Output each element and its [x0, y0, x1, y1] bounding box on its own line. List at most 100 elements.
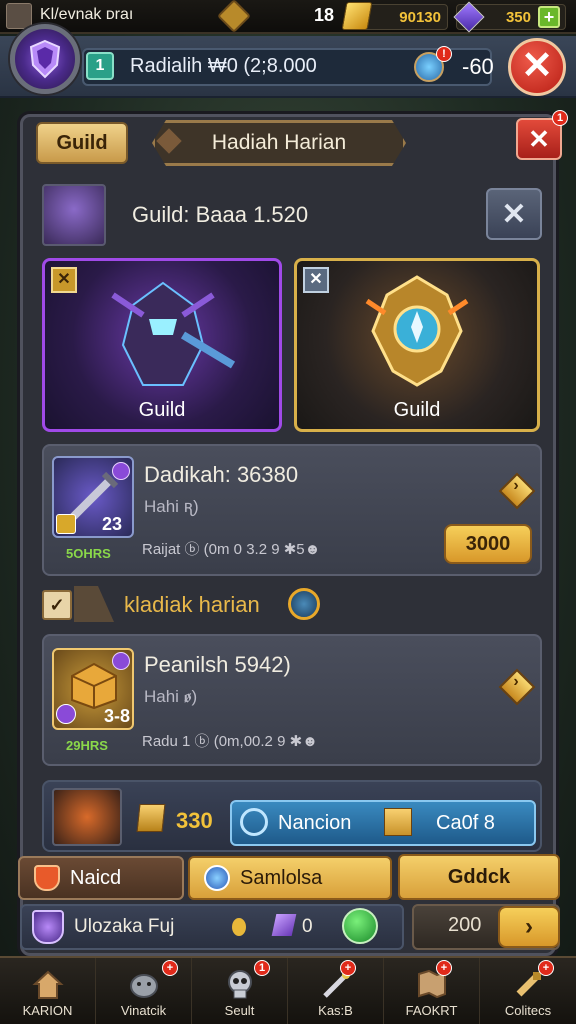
shield-icon: [29, 39, 61, 79]
close-icon: ✕: [501, 197, 527, 231]
tab-naicd-label: Naicd: [70, 866, 122, 889]
item-qty: 23: [102, 514, 123, 534]
nav-label: Colitecs: [504, 1003, 552, 1018]
gold-value: 90130: [399, 8, 441, 26]
tab-samlolsa-label: Samlolsa: [240, 866, 323, 889]
skull-icon: [221, 967, 259, 1001]
item-badge-icon: [56, 704, 76, 724]
section-label: kladiak harian: [124, 592, 260, 617]
chevron-right-icon: ›: [498, 472, 536, 510]
creature-icon: [125, 967, 163, 1001]
nav-notif-badge: +: [436, 960, 452, 976]
status-count: 0: [302, 916, 313, 937]
rarity-gem-icon: [112, 462, 130, 480]
reward1-detail: Raijat ⓑ (0m 0 3.2 9 ✱5☻: [142, 541, 321, 558]
chest-small-icon: [384, 808, 412, 836]
player-avatar-small[interactable]: [6, 3, 32, 29]
panel-notif-badge: 1: [552, 110, 568, 126]
green-orb-button[interactable]: [342, 908, 378, 944]
nav-label: Seult: [224, 1003, 255, 1018]
guild-boss-avatar: [42, 184, 106, 246]
close-button[interactable]: ✕: [508, 38, 566, 96]
expand-arrow[interactable]: ›: [498, 472, 536, 510]
next-button[interactable]: ›: [498, 906, 560, 948]
reward1-title: Dadikah: 36380: [144, 462, 299, 487]
card-corner-badge: ✕: [51, 267, 77, 293]
reward2-subtitle: Hahi ꬾ): [144, 687, 198, 706]
top-resource-bar: Kl/evnak ᴅraı 18 90130 350 +: [0, 0, 576, 34]
add-gems-button[interactable]: +: [538, 6, 560, 28]
level-badge: 1: [86, 52, 114, 80]
nav-item-karion[interactable]: KARION: [0, 958, 96, 1024]
chevron-right-icon: ›: [498, 668, 536, 706]
guild-card-label: Guild: [138, 399, 186, 421]
tab-gddck[interactable]: Gddck: [398, 854, 560, 900]
reward2-title: Peanilsh 5942): [144, 652, 291, 677]
gold-chest-icon: [136, 804, 166, 832]
nav-notif-badge: +: [162, 960, 178, 976]
status-value: 200: [448, 914, 482, 936]
nav-item-colitecs[interactable]: Colitecs: [480, 958, 576, 1024]
home-icon: [29, 967, 67, 1001]
wrench-icon: [240, 808, 268, 836]
status-name: Ulozaka Fuj: [74, 916, 175, 937]
tab-naicd[interactable]: Naicd: [18, 856, 184, 900]
guild-card-dark[interactable]: ✕ Guild: [42, 258, 282, 432]
card-corner-badge: ✕: [303, 267, 329, 293]
arrow-glyph: ›: [513, 672, 519, 690]
check-icon: ✓: [49, 595, 65, 615]
chest-icon: [71, 662, 117, 710]
nav-notif-badge: +: [538, 960, 554, 976]
arrow-right-icon: ›: [525, 913, 533, 940]
info-close-button[interactable]: ✕: [486, 188, 542, 240]
section-checkbox[interactable]: ✓: [42, 590, 72, 620]
coin-icon: [232, 918, 246, 936]
warrior-portrait[interactable]: [52, 788, 122, 846]
arrow-glyph: ›: [513, 476, 519, 494]
nav-item-kasb[interactable]: Kas:B: [288, 958, 384, 1024]
reward1-days: 5OHRS: [66, 546, 111, 561]
expand-arrow[interactable]: ›: [498, 668, 536, 706]
nav-label: Kas:B: [318, 1003, 353, 1018]
reward1-subtitle: Hahi ꭆ): [144, 497, 199, 516]
nav-label: FAOKRT: [405, 1003, 458, 1018]
item-badge-icon: [56, 514, 76, 534]
nav-item-seult[interactable]: Seult: [192, 958, 288, 1024]
reward2-detail: Radu 1 ⓑ (0m,00.2 9 ✱☻: [142, 733, 318, 750]
count-text: 18: [314, 5, 335, 25]
cap-label: Ca0f 8: [436, 812, 495, 834]
nav-label: KARION: [22, 1003, 73, 1018]
guild-card-label: Guild: [393, 399, 441, 421]
nav-notif-badge: 1: [254, 960, 270, 976]
nation-label: Nancion: [278, 812, 352, 834]
tab-daily-reward-label: Hadiah Harian: [211, 131, 347, 154]
guild-card-crest[interactable]: ✕ Guild: [294, 258, 540, 432]
tab-samlolsa[interactable]: Samlolsa: [188, 856, 392, 900]
crest-icon: [365, 275, 469, 387]
item-qty: 3-8: [104, 706, 131, 726]
potion-notif-badge: !: [436, 46, 452, 62]
player-name: Kl/evnak ᴅraı: [40, 6, 134, 23]
claim-button[interactable]: 3000: [444, 524, 532, 564]
tab-guild[interactable]: Guild: [36, 122, 128, 164]
purple-shield-icon: [32, 910, 64, 944]
gem-value: 350: [505, 8, 531, 26]
bag-icon[interactable]: [217, 0, 251, 33]
reward2-days: 29HRS: [66, 738, 108, 753]
nav-notif-badge: +: [340, 960, 356, 976]
info-round-icon[interactable]: [288, 588, 320, 620]
rarity-gem-icon: [112, 652, 130, 670]
reward-value: -60: [462, 54, 494, 79]
nav-item-faokrt[interactable]: FAOKRT: [384, 958, 480, 1024]
nav-label: Vinatcik: [120, 1003, 167, 1018]
tab-gddck-label: Gddck: [447, 865, 511, 888]
tab-guild-label: Guild: [56, 131, 108, 154]
guild-emblem[interactable]: [10, 24, 80, 94]
gear-icon: [204, 865, 230, 891]
dark-knight-icon: [111, 281, 236, 386]
guild-info-text: Guild: Baaa 1.520: [132, 202, 309, 227]
tab-daily-reward[interactable]: Hadiah Harian: [152, 120, 406, 166]
gold-icon: [341, 2, 373, 30]
claim-button-label: 3000: [465, 532, 511, 555]
close-icon: ✕: [528, 123, 550, 154]
